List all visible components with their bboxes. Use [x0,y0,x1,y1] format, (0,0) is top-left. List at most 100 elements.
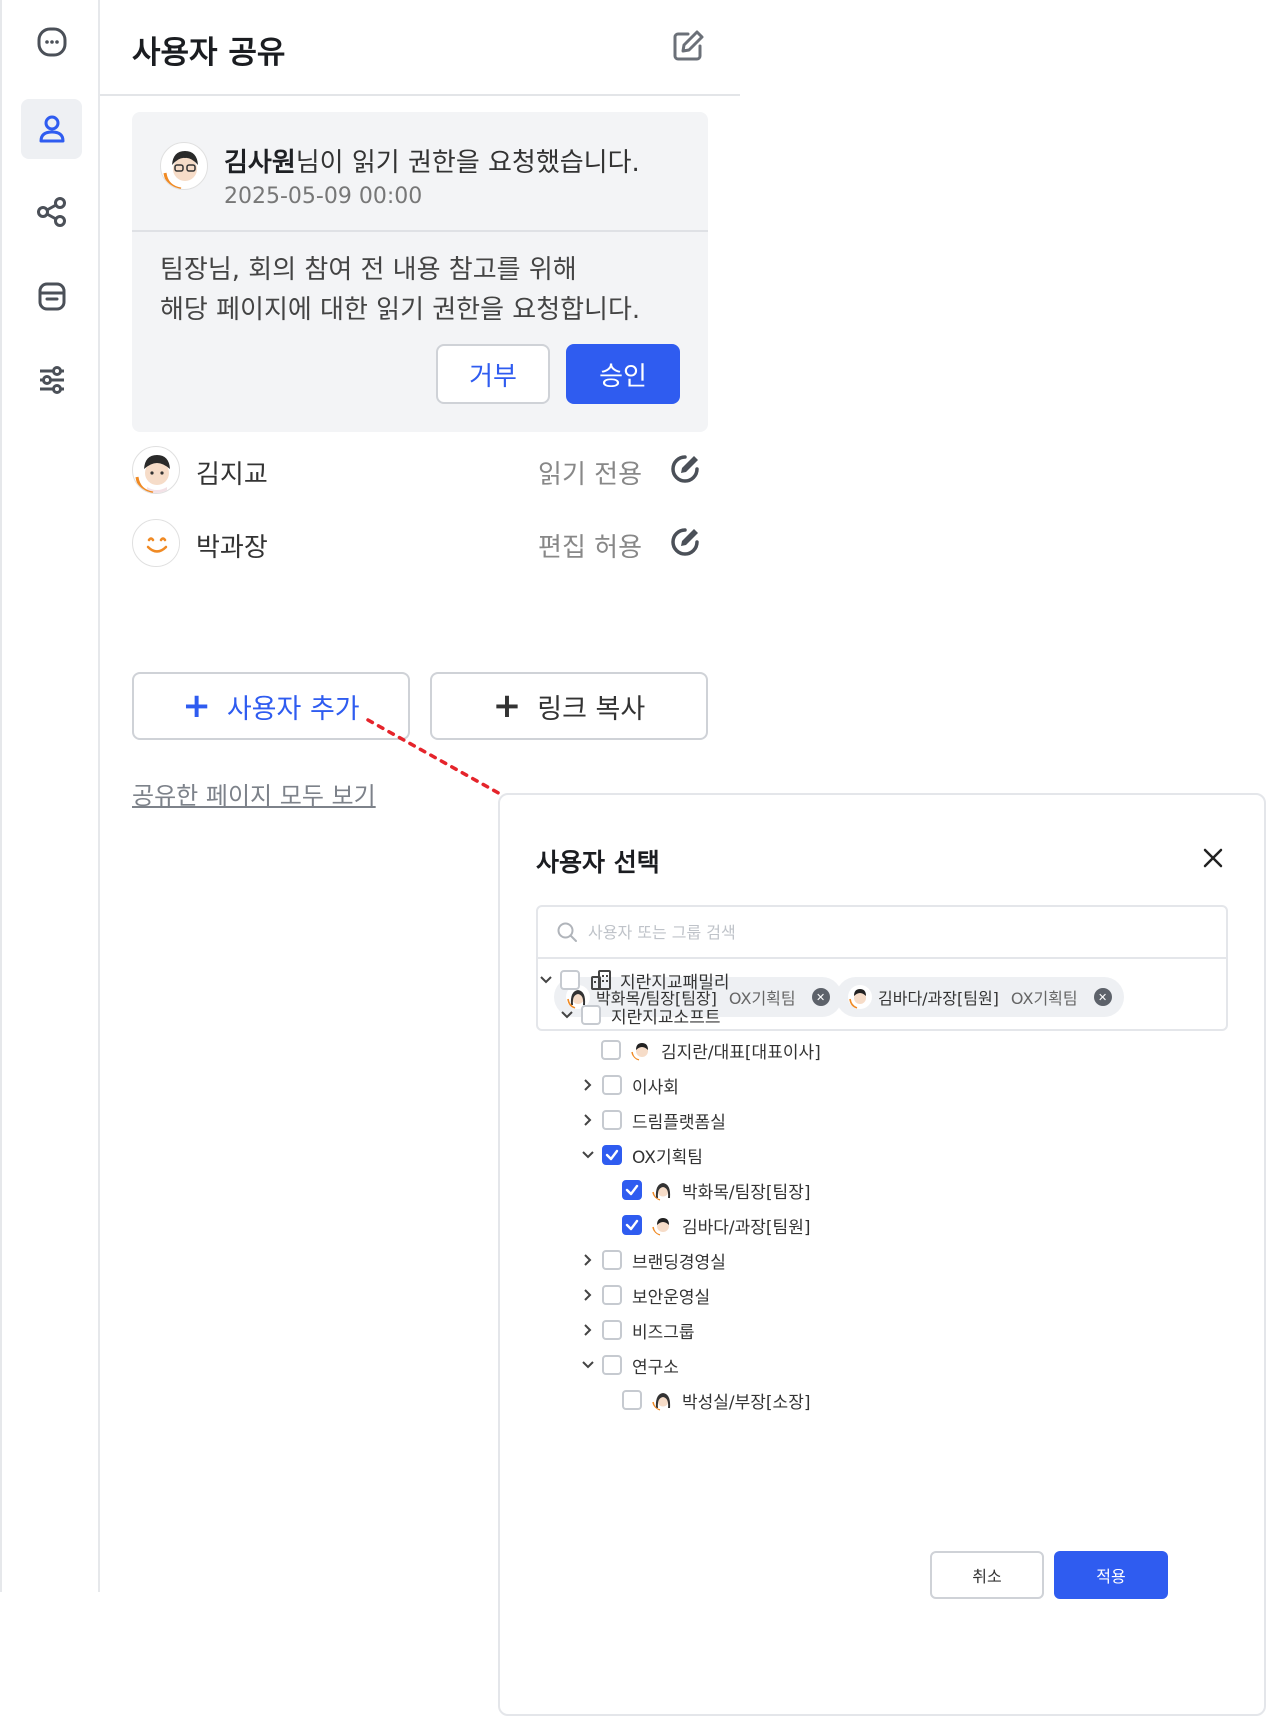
search-icon [557,922,577,942]
deny-button[interactable]: 거부 [436,344,550,404]
avatar [848,985,872,1009]
shared-user-name: 김지교 [196,460,268,490]
tree-node-group[interactable]: 지란지교소프트 [559,1000,720,1030]
search-row [538,907,1226,959]
shared-user-row: 김지교 읽기 전용 [132,446,708,496]
access-request-card: 김사원님이 읽기 권한을 요청했습니다. 2025-05-09 00:00 팀장… [132,112,708,432]
permission-label: 읽기 전용 [538,460,642,490]
node-checkbox[interactable] [602,1355,622,1375]
edit-permission-icon[interactable] [668,525,702,559]
tree-node-group[interactable]: 연구소 [580,1350,679,1380]
tree-node-label: 드림플랫폼실 [632,1112,726,1133]
add-user-label: 사용자 추가 [226,693,360,725]
chevron-down-icon[interactable] [559,1007,575,1023]
rail-user-share-button[interactable] [21,99,82,159]
tree-node-label: 연구소 [632,1357,679,1378]
request-description: 님이 읽기 권한을 요청했습니다. [295,148,640,178]
tree-node-label: OX기획팀 [632,1147,703,1168]
tree-node-label: 김지란/대표[대표이사] [661,1042,821,1063]
requester-name: 김사원 [224,148,296,178]
chip-team-name: OX기획팀 [728,989,796,1008]
tree-node-label: 브랜딩경영실 [632,1252,726,1273]
panel-title: 사용자 공유 [132,35,286,71]
tree-node-label: 이사회 [632,1077,679,1098]
view-all-shared-pages-link[interactable]: 공유한 페이지 모두 보기 [132,776,376,811]
request-text: 김사원님이 읽기 권한을 요청했습니다. [224,142,640,179]
avatar [631,1039,653,1061]
tree-node-user[interactable]: 김바다/과장[팀원] [622,1210,810,1240]
edit-icon[interactable] [670,28,706,64]
avatar [160,142,208,190]
avatar [652,1214,674,1236]
permission-label: 편집 허용 [538,533,642,563]
request-message: 팀장님, 회의 참여 전 내용 참고를 위해 해당 페이지에 대한 읽기 권한을… [160,255,641,325]
node-checkbox[interactable] [601,1040,621,1060]
chevron-right-icon[interactable] [580,1252,596,1268]
shared-user-row: 박과장 편집 허용 [132,519,708,569]
apply-button[interactable]: 적용 [1054,1551,1168,1599]
remove-chip-icon[interactable]: ✕ [811,988,830,1006]
rail-archive-button[interactable] [21,266,82,326]
modal-title: 사용자 선택 [536,848,660,877]
chevron-down-icon[interactable] [580,1147,596,1163]
sliders-icon [39,366,64,394]
node-checkbox[interactable] [622,1390,642,1410]
node-checkbox-checked[interactable] [622,1180,642,1200]
chevron-down-icon[interactable] [538,972,554,988]
tree-node-user[interactable]: 박성실/부장[소장] [622,1385,810,1415]
check-icon [625,1219,639,1231]
chevron-right-icon[interactable] [580,1287,596,1303]
tree-node-user[interactable]: 김지란/대표[대표이사] [601,1035,821,1065]
tree-node-group[interactable]: 이사회 [580,1070,679,1100]
rail-settings-button[interactable] [21,350,82,410]
approve-button[interactable]: 승인 [566,344,680,404]
tree-node-label: 지란지교소프트 [611,1007,721,1028]
check-icon [605,1149,619,1161]
tree-node-group[interactable]: 비즈그룹 [580,1315,695,1345]
share-nodes-icon [36,197,66,227]
node-checkbox[interactable] [560,970,580,990]
tree-node-group[interactable]: 지란지교패밀리 [538,965,729,995]
avatar [652,1389,674,1411]
tree-node-label: 보안운영실 [632,1287,711,1308]
chip-team-name: OX기획팀 [1010,989,1078,1008]
tree-node-group[interactable]: OX기획팀 [580,1140,703,1170]
tree-node-label: 지란지교패밀리 [620,972,730,993]
node-checkbox[interactable] [581,1005,601,1025]
chevron-down-icon[interactable] [580,1357,596,1373]
avatar [132,519,180,567]
node-checkbox[interactable] [602,1075,622,1095]
chevron-right-icon[interactable] [580,1112,596,1128]
chevron-right-icon[interactable] [580,1322,596,1338]
avatar [652,1179,674,1201]
avatar [132,446,180,494]
node-checkbox[interactable] [602,1110,622,1130]
tree-node-group[interactable]: 브랜딩경영실 [580,1245,726,1275]
chevron-right-icon[interactable] [580,1077,596,1093]
node-checkbox[interactable] [602,1250,622,1270]
node-checkbox[interactable] [602,1285,622,1305]
tree-node-group[interactable]: 보안운영실 [580,1280,710,1310]
panel-header: 사용자 공유 [100,0,740,96]
request-date: 2025-05-09 00:00 [224,184,423,209]
node-checkbox-checked[interactable] [602,1145,622,1165]
node-checkbox[interactable] [602,1320,622,1340]
tree-node-group[interactable]: 드림플랫폼실 [580,1105,726,1135]
selected-user-chip: 김바다/과장[팀원] OX기획팀 ✕ [836,977,1124,1017]
user-select-modal: 사용자 선택 박화목/팀장[팀장] OX기획팀 ✕ 김바다/과장[팀원] OX기 [498,793,1266,1716]
rail-share-button[interactable] [21,182,82,242]
rail-chat-button[interactable] [21,12,82,72]
edit-permission-icon[interactable] [668,452,702,486]
cancel-button[interactable]: 취소 [930,1551,1044,1599]
building-icon [591,970,611,990]
remove-chip-icon[interactable]: ✕ [1093,988,1112,1006]
tree-node-label: 비즈그룹 [632,1322,695,1343]
node-checkbox-checked[interactable] [622,1215,642,1235]
tree-node-user[interactable]: 박화목/팀장[팀장] [622,1175,810,1205]
left-rail [0,0,100,1592]
close-icon[interactable] [1198,843,1228,873]
search-input[interactable] [588,917,1188,947]
tree-node-label: 박성실/부장[소장] [682,1392,811,1413]
archive-box-icon [38,282,65,311]
tree-node-label: 박화목/팀장[팀장] [682,1182,811,1203]
